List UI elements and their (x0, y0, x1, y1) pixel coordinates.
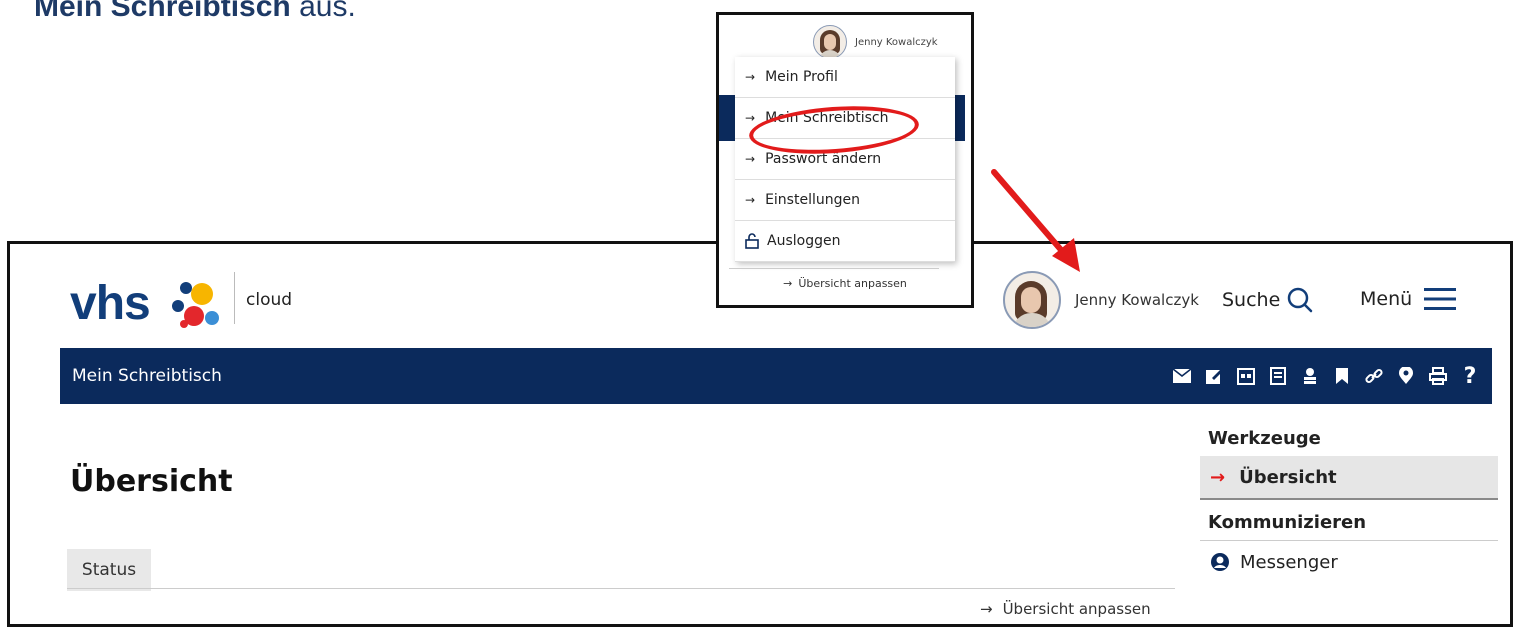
adjust-overview-label: Übersicht anpassen (1002, 600, 1151, 618)
user-name: Jenny Kowalczyk (1075, 291, 1199, 309)
menu-button[interactable]: Menü (1360, 286, 1457, 312)
adjust-overview-link[interactable]: → Übersicht anpassen (980, 600, 1151, 618)
unlock-icon (745, 233, 759, 249)
calendar-icon[interactable] (1234, 364, 1258, 388)
arrow-right-icon: → (745, 193, 756, 207)
arrow-right-icon: → (745, 70, 756, 84)
section-title: Mein Schreibtisch (72, 366, 222, 386)
search-button[interactable]: Suche (1222, 286, 1314, 314)
sidebar-heading-tools: Werkzeuge (1208, 428, 1321, 449)
vhs-logo[interactable]: vhs (70, 276, 219, 331)
sidebar-item-label: Messenger (1240, 551, 1338, 573)
popup-divider (729, 268, 939, 269)
sidebar-item-label: Übersicht (1239, 466, 1337, 488)
sidebar-heading-communicate: Kommunizieren (1208, 512, 1367, 533)
bookmark-icon[interactable] (1330, 364, 1354, 388)
sidebar: Werkzeuge → Übersicht Kommunizieren Messe… (1200, 422, 1498, 583)
user-menu[interactable]: Jenny Kowalczyk (1003, 271, 1199, 329)
popup-user-name: Jenny Kowalczyk (855, 36, 938, 48)
mail-icon[interactable] (1170, 364, 1194, 388)
hamburger-icon (1424, 288, 1457, 310)
section-bar: Mein Schreibtisch ? (60, 348, 1492, 404)
logo-separator (234, 272, 235, 324)
menu-item-label: Mein Profil (765, 69, 838, 85)
menu-item-logout[interactable]: Ausloggen (735, 221, 955, 262)
menu-item-profile[interactable]: → Mein Profil (735, 57, 955, 98)
logo-dots-icon (172, 282, 219, 328)
people-icon[interactable] (1298, 364, 1322, 388)
sidebar-item-messenger[interactable]: Messenger (1200, 541, 1498, 583)
sidebar-item-overview[interactable]: → Übersicht (1200, 456, 1498, 500)
edit-icon[interactable] (1202, 364, 1226, 388)
menu-item-label: Ausloggen (767, 233, 841, 249)
user-dropdown-menu: → Mein Profil → Mein Schreibtisch → Passwor… (735, 57, 955, 262)
instruction-bold: Mein Schreibtisch (34, 0, 291, 23)
tab-divider (67, 588, 1175, 589)
link-icon[interactable] (1362, 364, 1386, 388)
red-arrow-icon (991, 169, 1080, 272)
arrow-right-icon: → (980, 600, 993, 618)
notes-icon[interactable] (1266, 364, 1290, 388)
menu-label: Menü (1360, 288, 1413, 310)
print-icon[interactable] (1426, 364, 1450, 388)
toolbar: ? (1170, 364, 1482, 389)
location-icon[interactable] (1394, 364, 1418, 388)
avatar (1003, 271, 1061, 329)
messenger-icon (1211, 553, 1229, 571)
help-icon[interactable]: ? (1458, 364, 1482, 389)
instruction-rest: aus. (290, 0, 356, 23)
avatar (813, 25, 847, 59)
logo-suffix: cloud (246, 290, 293, 310)
popup-user[interactable]: Jenny Kowalczyk (813, 25, 938, 59)
search-icon (1288, 287, 1313, 313)
instruction-text: Mein Schreibtisch aus. (34, 0, 356, 24)
menu-item-label: Einstellungen (765, 192, 860, 208)
search-label: Suche (1222, 289, 1281, 311)
logo-text: vhs (70, 277, 151, 330)
page-title: Übersicht (70, 464, 233, 499)
menu-item-settings[interactable]: → Einstellungen (735, 180, 955, 221)
arrow-right-icon: → (1210, 466, 1226, 488)
popup-adjust-link[interactable]: → Übersicht anpassen (719, 277, 971, 290)
arrow-right-icon: → (745, 152, 756, 166)
arrow-right-icon: → (783, 277, 793, 290)
user-dropdown-screenshot: Jenny Kowalczyk → Mein Profil → Mein Schre… (716, 12, 974, 308)
popup-adjust-label: Übersicht anpassen (798, 277, 907, 290)
arrow-right-icon: → (745, 111, 756, 125)
tab-status[interactable]: Status (67, 549, 151, 591)
